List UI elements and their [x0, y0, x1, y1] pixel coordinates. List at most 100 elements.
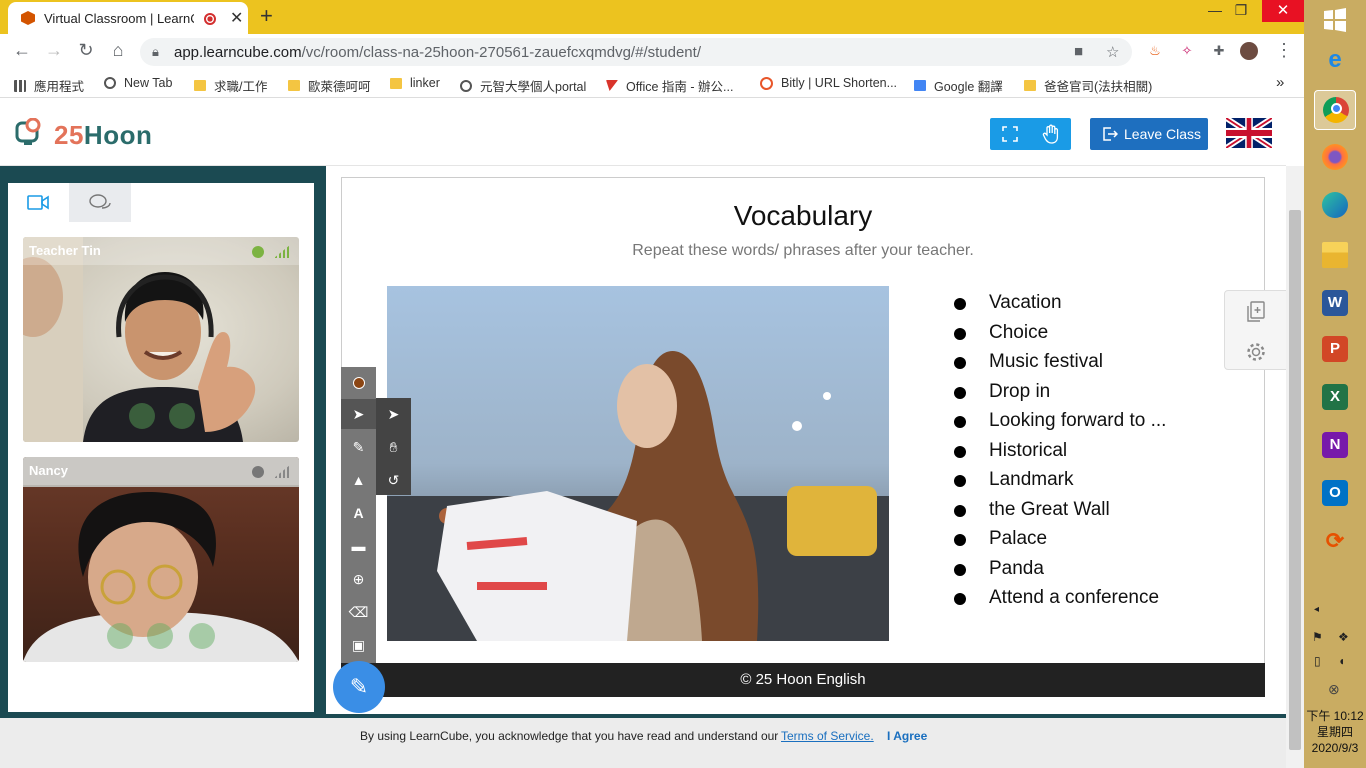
chrome-icon: [1323, 97, 1349, 123]
taskbar-firefox[interactable]: [1314, 138, 1356, 178]
new-tab-button[interactable]: +: [260, 3, 273, 29]
windows-logo-icon: [1324, 8, 1346, 32]
save-icon[interactable]: ▣: [341, 630, 376, 660]
taskbar-edge[interactable]: [1314, 186, 1356, 226]
bookmark-folder[interactable]: 求職/工作: [194, 76, 267, 95]
logo-icon: [15, 118, 41, 145]
raise-hand-icon[interactable]: [1042, 124, 1060, 144]
tray-notification-icon[interactable]: ⊗: [1328, 681, 1340, 698]
toolbar-button-group: [990, 118, 1071, 150]
chat-icon: [89, 194, 111, 209]
status-dot: [252, 246, 264, 258]
clock-weekday: 星期四: [1316, 725, 1353, 739]
globe-icon: [104, 77, 116, 89]
bookmark-office[interactable]: Office 指南 - 辦公...: [606, 76, 733, 95]
agree-button[interactable]: I Agree: [887, 729, 927, 743]
taskbar-ie[interactable]: e: [1314, 42, 1356, 82]
reload-icon[interactable]: ↻: [74, 40, 98, 61]
bookmark-folder[interactable]: linker: [390, 76, 440, 90]
camera-toggle-icon[interactable]: [129, 403, 155, 429]
taskbar-excel[interactable]: X: [1314, 378, 1356, 418]
bookmarks-overflow[interactable]: »: [1276, 74, 1284, 91]
taskbar-clock[interactable]: 下午 10:12 星期四 2020/9/3: [1304, 708, 1366, 756]
tray-battery-icon[interactable]: ▯: [1314, 654, 1321, 668]
leave-class-button[interactable]: Leave Class: [1090, 118, 1208, 150]
select-pointer-icon[interactable]: ➤: [341, 399, 376, 429]
tray-expand-icon[interactable]: ◂: [1314, 604, 1319, 615]
translate-icon: [914, 80, 926, 91]
tab-chat[interactable]: [69, 183, 131, 222]
taskbar-chrome[interactable]: [1314, 90, 1356, 130]
microphone-toggle-icon[interactable]: [169, 403, 195, 429]
start-button[interactable]: [1314, 0, 1356, 40]
camera-icon[interactable]: ■: [1074, 43, 1083, 60]
draw-mode-button[interactable]: ✎: [333, 661, 385, 713]
add-page-icon[interactable]: [1246, 301, 1266, 323]
fullscreen-icon[interactable]: [1002, 126, 1018, 142]
bookmark-folder[interactable]: 爸爸官司(法扶相關): [1024, 76, 1152, 95]
text-tool-icon[interactable]: A: [341, 498, 376, 528]
bookmark-apps[interactable]: 應用程式: [14, 76, 84, 95]
camera-toggle-icon[interactable]: [107, 623, 133, 649]
apps-icon: [14, 79, 26, 92]
pen-icon[interactable]: ✎: [341, 432, 376, 462]
bookmark-new-tab[interactable]: New Tab: [104, 76, 172, 90]
extension-fire-icon[interactable]: ♨: [1146, 42, 1164, 60]
microphone-toggle-icon[interactable]: [147, 623, 173, 649]
color-picker[interactable]: [341, 367, 376, 397]
vocab-item: Choice: [954, 322, 1234, 352]
arrow-pointer-icon[interactable]: ➤: [376, 399, 411, 429]
vocab-item: Drop in: [954, 381, 1234, 411]
window-close-button[interactable]: ✕: [1262, 0, 1304, 22]
browser-tab[interactable]: Virtual Classroom | LearnCu ✕: [8, 2, 248, 34]
bookmark-folder[interactable]: 歐萊德呵呵: [288, 76, 371, 95]
shapes-icon[interactable]: ▲: [341, 465, 376, 495]
taskbar-outlook[interactable]: O: [1314, 474, 1356, 514]
zoom-icon[interactable]: ⊕: [341, 564, 376, 594]
bookmark-star-icon[interactable]: ☆: [1106, 43, 1119, 61]
terms-of-service-link[interactable]: Terms of Service.: [781, 729, 874, 743]
sync-icon: ⟳: [1325, 528, 1345, 553]
bookmark-google-translate[interactable]: Google 翻譯: [914, 76, 1003, 95]
restore-button[interactable]: ❐: [1226, 2, 1256, 19]
uk-flag-icon[interactable]: [1226, 118, 1272, 148]
tab-video[interactable]: [8, 183, 69, 222]
undo-icon[interactable]: ↺: [376, 465, 411, 495]
eraser-icon[interactable]: ⌫: [341, 597, 376, 627]
tab-close-icon[interactable]: ✕: [230, 8, 243, 28]
slide-title: Vocabulary: [733, 200, 873, 231]
settings-gear-icon[interactable]: [1246, 342, 1266, 362]
address-bar[interactable]: 🔒︎ app.learncube.com/vc/room/class-na-25…: [140, 38, 1132, 66]
clock-time: 下午 10:12: [1306, 709, 1364, 723]
vocab-item: Music festival: [954, 351, 1234, 381]
screen-share-icon[interactable]: [189, 623, 215, 649]
home-icon[interactable]: ⌂: [106, 40, 130, 61]
outlook-icon: O: [1322, 480, 1348, 506]
vocab-item: Landmark: [954, 469, 1234, 499]
edge-icon: [1322, 192, 1348, 218]
bookmark-bitly[interactable]: Bitly | URL Shorten...: [760, 76, 897, 90]
taskbar-powerpoint[interactable]: P: [1314, 330, 1356, 370]
extension-star-icon[interactable]: ✧: [1178, 42, 1196, 60]
ruler-icon[interactable]: ▬: [341, 531, 376, 561]
tab-title: Virtual Classroom | LearnCu: [44, 11, 194, 26]
pointer-submenu: ➤ ✋︎ ↺: [376, 398, 411, 495]
menu-dots-icon[interactable]: ⋮: [1272, 40, 1296, 61]
taskbar-app[interactable]: ⟳: [1314, 522, 1356, 562]
taskbar-onenote[interactable]: N: [1314, 426, 1356, 466]
leave-class-label: Leave Class: [1124, 126, 1202, 142]
browser-toolbar: ← → ↻ ⌂ 🔒︎ app.learncube.com/vc/room/cla…: [0, 34, 1304, 70]
pan-hand-icon[interactable]: ✋︎: [376, 432, 411, 462]
tray-network-icon[interactable]: ⚑: [1312, 630, 1323, 644]
bookmark-portal[interactable]: 元智大學個人portal: [460, 76, 586, 95]
tray-dropbox-icon[interactable]: ❖: [1338, 630, 1349, 644]
back-icon[interactable]: ←: [10, 40, 34, 61]
tray-volume-icon[interactable]: ◖: [1338, 654, 1345, 668]
scrollbar-thumb[interactable]: [1289, 210, 1301, 750]
word-icon: W: [1322, 290, 1348, 316]
taskbar-explorer[interactable]: [1314, 236, 1356, 276]
extensions-puzzle-icon[interactable]: ✚: [1210, 42, 1228, 60]
taskbar-word[interactable]: W: [1314, 284, 1356, 324]
forward-icon[interactable]: →: [42, 40, 66, 61]
profile-avatar[interactable]: [1240, 42, 1258, 60]
